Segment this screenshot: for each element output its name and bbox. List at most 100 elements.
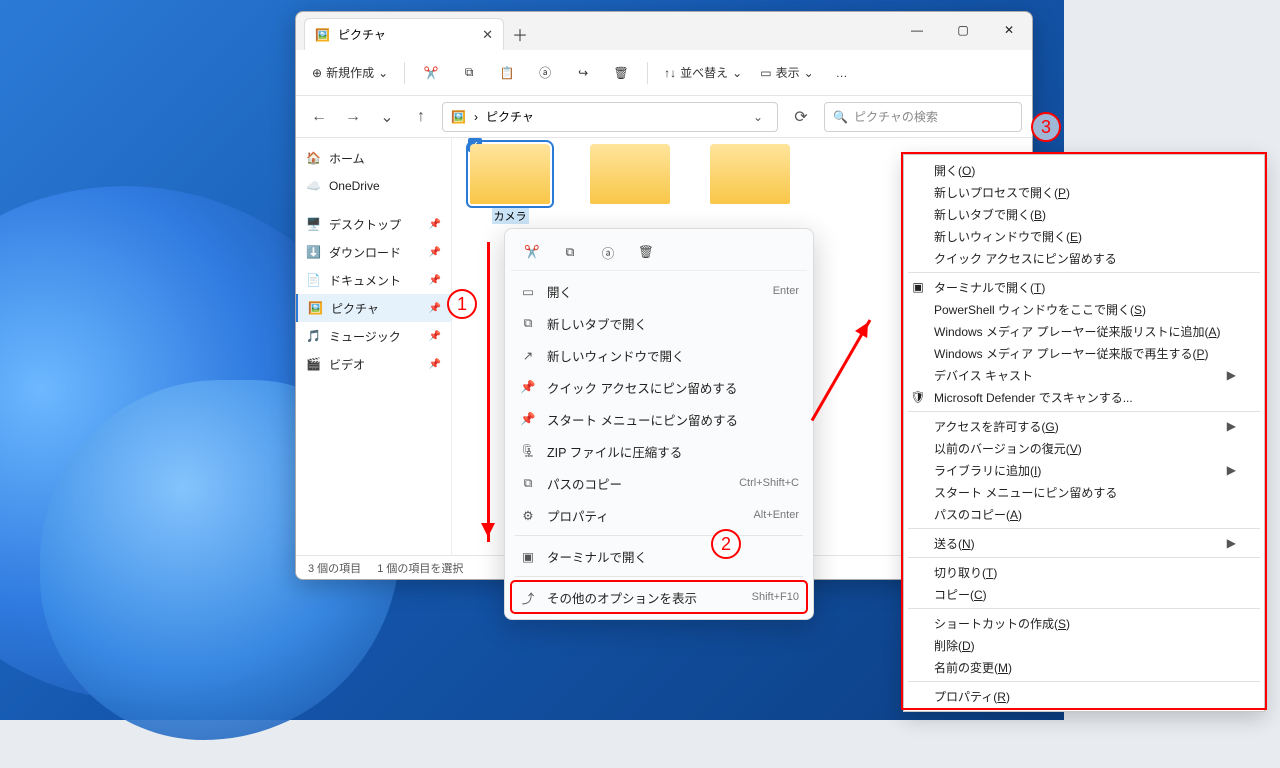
newtab-icon: ⧉ (519, 316, 537, 331)
legacy-item-以前のバージョンの復元[interactable]: 以前のバージョンの復元(V) (904, 437, 1264, 459)
new-tab-button[interactable]: ＋ (504, 18, 536, 50)
rename-button[interactable]: ⓐ (529, 57, 561, 89)
new-button[interactable]: ⊕ 新規作成 ⌄ (306, 57, 394, 89)
sidebar-item-ダウンロード[interactable]: ⬇️ダウンロード📌 (296, 238, 451, 266)
legacy-item-Microsoft Defender でスキャンする...[interactable]: 🛡Microsoft Defender でスキャンする... (904, 386, 1264, 408)
nav-recent[interactable]: ⌄ (374, 104, 400, 130)
legacy-item-スタート メニューにピン留めする[interactable]: スタート メニューにピン留めする (904, 481, 1264, 503)
folder-item[interactable] (702, 144, 798, 208)
status-selected: 1 個の項目を選択 (377, 560, 463, 576)
sidebar-item-ホーム[interactable]: 🏠ホーム (296, 144, 451, 172)
legacy-item-送る[interactable]: 送る(N)▶ (904, 532, 1264, 554)
share-icon: ↪ (578, 66, 588, 80)
nav-forward[interactable]: → (340, 104, 366, 130)
legacy-item-名前の変更[interactable]: 名前の変更(M) (904, 656, 1264, 678)
terminal-icon: ▣ (519, 549, 537, 564)
chevron-down-icon: ⌄ (804, 66, 814, 80)
ctx-item-クイック アクセスにピン留めする[interactable]: 📌クイック アクセスにピン留めする (511, 371, 807, 403)
nav-back[interactable]: ← (306, 104, 332, 130)
folder-icon (590, 144, 670, 204)
toolbar: ⊕ 新規作成 ⌄ ✂️ ⧉ 📋 ⓐ ↪ 🗑 ↑↓ 並べ替え ⌄ ▭ 表示 ⌄ … (296, 50, 1032, 96)
sidebar-item-ドキュメント[interactable]: 📄ドキュメント📌 (296, 266, 451, 294)
pin-icon: 📌 (429, 331, 441, 342)
ctx-item-開く[interactable]: ▭開くEnter (511, 275, 807, 307)
maximize-button[interactable]: ▢ (940, 14, 986, 46)
ctx-item-ターミナルで開く[interactable]: ▣ターミナルで開く (511, 540, 807, 572)
ctx-item-その他のオプションを表示[interactable]: ⤴その他のオプションを表示Shift+F10 (511, 581, 807, 613)
delete-button[interactable]: 🗑 (629, 238, 663, 268)
legacy-item-開く[interactable]: 開く(O) (904, 159, 1264, 181)
ctx-item-label: 開く (547, 282, 572, 301)
share-button[interactable]: ↪ (567, 57, 599, 89)
legacy-item-新しいウィンドウで開く[interactable]: 新しいウィンドウで開く(E) (904, 225, 1264, 247)
pin-icon: 📌 (429, 219, 441, 230)
legacy-item-label: 送る(N) (934, 535, 975, 552)
sidebar-item-OneDrive[interactable]: ☁️OneDrive (296, 172, 451, 200)
legacy-item-クイック アクセスにピン留めする[interactable]: クイック アクセスにピン留めする (904, 247, 1264, 269)
cut-button[interactable]: ✂️ (515, 238, 549, 268)
chevron-down-icon[interactable]: ⌄ (753, 110, 763, 124)
rename-button[interactable]: ⓐ (591, 238, 625, 268)
copy-button[interactable]: ⧉ (453, 57, 485, 89)
refresh-button[interactable]: ⟳ (786, 102, 816, 132)
legacy-item-Windows メディア プレーヤー従来版リストに追加[interactable]: Windows メディア プレーヤー従来版リストに追加(A) (904, 320, 1264, 342)
pictures-icon: 🖼️ (308, 301, 323, 315)
delete-button[interactable]: 🗑 (605, 57, 637, 89)
search-input[interactable]: 🔍 ピクチャの検索 (824, 102, 1022, 132)
legacy-item-ショートカットの作成[interactable]: ショートカットの作成(S) (904, 612, 1264, 634)
sidebar-item-ピクチャ[interactable]: 🖼️ピクチャ📌 (296, 294, 451, 322)
legacy-item-新しいプロセスで開く[interactable]: 新しいプロセスで開く(P) (904, 181, 1264, 203)
legacy-item-コピー[interactable]: コピー(C) (904, 583, 1264, 605)
annotation-number-2: 2 (711, 529, 741, 559)
ctx-item-ZIP ファイルに圧縮する[interactable]: 🗜ZIP ファイルに圧縮する (511, 435, 807, 467)
legacy-item-label: デバイス キャスト (934, 367, 1033, 384)
ctx-item-shortcut: Alt+Enter (753, 509, 799, 521)
copy-icon: ⧉ (465, 65, 474, 80)
ctx-item-パスのコピー[interactable]: ⧉パスのコピーCtrl+Shift+C (511, 467, 807, 499)
legacy-item-ターミナルで開く[interactable]: ▣ターミナルで開く(T) (904, 276, 1264, 298)
folder-item[interactable]: カメラ (462, 144, 558, 224)
tab-pictures[interactable]: 🖼️ ピクチャ ✕ (304, 18, 504, 50)
sidebar-item-label: ミュージック (329, 328, 401, 345)
folder-item[interactable] (582, 144, 678, 208)
sidebar-item-ビデオ[interactable]: 🎬ビデオ📌 (296, 350, 451, 378)
view-button[interactable]: ▭ 表示 ⌄ (754, 57, 819, 89)
sidebar-item-label: ピクチャ (331, 300, 379, 317)
breadcrumb[interactable]: 🖼️ › ピクチャ ⌄ (442, 102, 778, 132)
close-icon[interactable]: ✕ (482, 27, 493, 43)
sort-button[interactable]: ↑↓ 並べ替え ⌄ (658, 57, 748, 89)
legacy-item-Windows メディア プレーヤー従来版で再生する[interactable]: Windows メディア プレーヤー従来版で再生する(P) (904, 342, 1264, 364)
legacy-item-プロパティ[interactable]: プロパティ(R) (904, 685, 1264, 707)
more-icon: ⤴ (519, 588, 537, 607)
ctx-item-プロパティ[interactable]: ⚙プロパティAlt+Enter (511, 499, 807, 531)
legacy-item-デバイス キャスト[interactable]: デバイス キャスト▶ (904, 364, 1264, 386)
breadcrumb-segment[interactable]: ピクチャ (486, 108, 534, 125)
copy-button[interactable]: ⧉ (553, 238, 587, 268)
trash-icon: 🗑 (614, 66, 629, 80)
legacy-item-新しいタブで開く[interactable]: 新しいタブで開く(B) (904, 203, 1264, 225)
legacy-item-PowerShell ウィンドウをここで開く[interactable]: PowerShell ウィンドウをここで開く(S) (904, 298, 1264, 320)
paste-button[interactable]: 📋 (491, 57, 523, 89)
cut-icon: ✂️ (424, 66, 439, 80)
minimize-button[interactable]: — (894, 14, 940, 46)
ctx-item-新しいタブで開く[interactable]: ⧉新しいタブで開く (511, 307, 807, 339)
pin-icon: 📌 (519, 412, 537, 427)
legacy-item-パスのコピー[interactable]: パスのコピー(A) (904, 503, 1264, 525)
sidebar-item-デスクトップ[interactable]: 🖥️デスクトップ📌 (296, 210, 451, 238)
more-button[interactable]: … (826, 57, 858, 89)
legacy-item-切り取り[interactable]: 切り取り(T) (904, 561, 1264, 583)
legacy-item-アクセスを許可する[interactable]: アクセスを許可する(G)▶ (904, 415, 1264, 437)
legacy-item-削除[interactable]: 削除(D) (904, 634, 1264, 656)
terminal-icon: ▣ (910, 279, 926, 295)
legacy-item-label: 新しいプロセスで開く(P) (934, 184, 1070, 201)
nav-up[interactable]: ↑ (408, 104, 434, 130)
ctx-item-スタート メニューにピン留めする[interactable]: 📌スタート メニューにピン留めする (511, 403, 807, 435)
close-button[interactable]: ✕ (986, 14, 1032, 46)
cut-button[interactable]: ✂️ (415, 57, 447, 89)
ctx-item-label: 新しいウィンドウで開く (547, 346, 685, 365)
sidebar-item-ミュージック[interactable]: 🎵ミュージック📌 (296, 322, 451, 350)
pin-icon: 📌 (429, 359, 441, 370)
ctx-item-新しいウィンドウで開く[interactable]: ↗新しいウィンドウで開く (511, 339, 807, 371)
legacy-item-label: ライブラリに追加(I) (934, 462, 1041, 479)
legacy-item-ライブラリに追加[interactable]: ライブラリに追加(I)▶ (904, 459, 1264, 481)
